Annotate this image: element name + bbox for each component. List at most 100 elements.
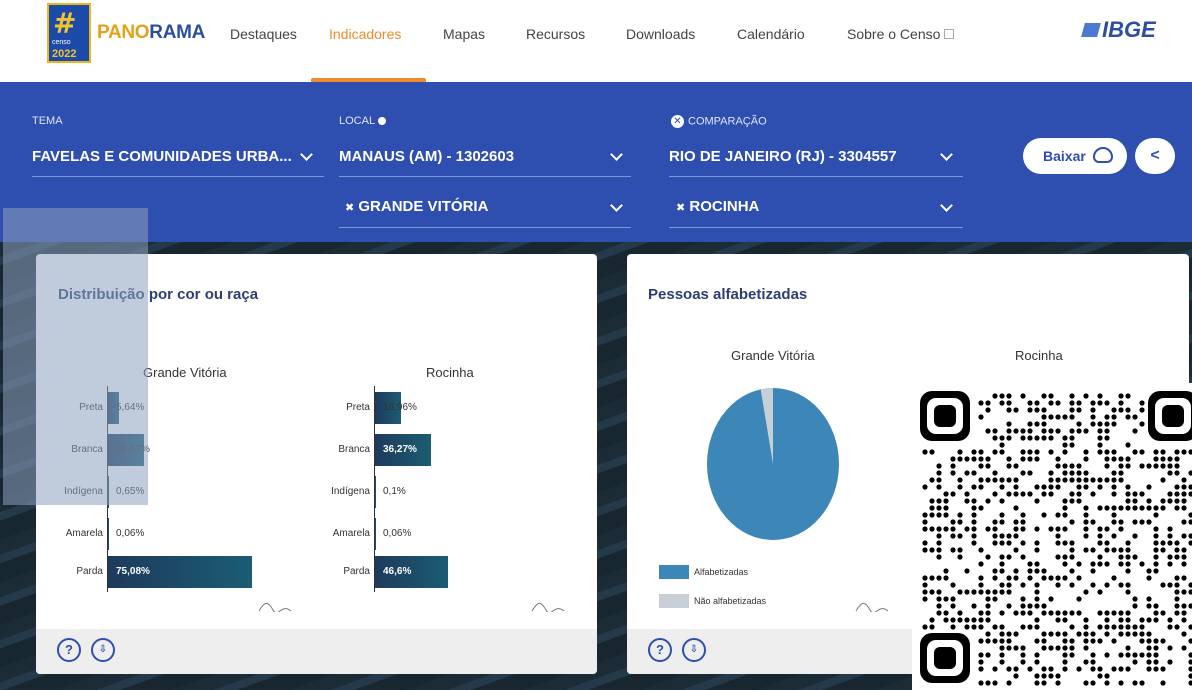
nav-downloads[interactable]: Downloads xyxy=(626,26,695,42)
download-button[interactable]: Baixar xyxy=(1023,138,1127,174)
qr-dot xyxy=(1104,449,1110,455)
qr-dot xyxy=(922,512,928,518)
qr-dot xyxy=(1097,540,1103,546)
local-select-secondary[interactable]: ✖ GRANDE VITÓRIA xyxy=(345,198,488,215)
qr-dot xyxy=(1006,582,1012,588)
panorama-brand[interactable]: PANORAMA xyxy=(97,22,205,44)
qr-dot xyxy=(1083,624,1089,630)
qr-dot xyxy=(1062,561,1068,567)
help-button[interactable]: ? xyxy=(648,638,672,662)
share-button[interactable]: < xyxy=(1135,138,1175,174)
ibge-mark-icon xyxy=(1081,23,1101,37)
help-button[interactable]: ? xyxy=(57,638,81,662)
tema-select[interactable]: FAVELAS E COMUNIDADES URBA... xyxy=(32,148,292,165)
qr-dot xyxy=(936,533,942,539)
qr-dot xyxy=(1034,603,1040,609)
qr-dot xyxy=(1034,540,1040,546)
qr-dot xyxy=(978,582,984,588)
qr-dot xyxy=(985,400,991,406)
qr-dot xyxy=(1020,645,1026,651)
qr-dot xyxy=(1139,631,1145,637)
close-circle-icon[interactable]: ✕ xyxy=(671,115,684,128)
comparacao-chevron-down-icon[interactable] xyxy=(940,148,953,161)
qr-dot xyxy=(1076,631,1082,637)
legend-label[interactable]: Alfabetizadas xyxy=(694,567,748,577)
qr-dot xyxy=(1097,442,1103,448)
qr-dot xyxy=(922,582,928,588)
info-icon[interactable] xyxy=(378,117,387,126)
cloud-download-icon[interactable]: ⇩ xyxy=(91,638,115,662)
qr-dot xyxy=(978,624,984,630)
qr-dot xyxy=(985,407,991,413)
qr-dot xyxy=(971,484,977,490)
qr-dot xyxy=(1160,540,1166,546)
qr-dot xyxy=(1013,533,1019,539)
nav-calendario[interactable]: Calendário xyxy=(737,26,805,42)
qr-dot xyxy=(1041,484,1047,490)
qr-dot xyxy=(1048,428,1054,434)
qr-dot xyxy=(1153,526,1159,532)
qr-dot xyxy=(1006,456,1012,462)
bar-amarela[interactable] xyxy=(375,518,376,550)
qr-dot xyxy=(1125,568,1131,574)
qr-dot xyxy=(1132,449,1138,455)
comparacao-select-secondary[interactable]: ✖ ROCINHA xyxy=(676,198,759,215)
remove-icon[interactable]: ✖ xyxy=(676,202,685,214)
censo-logo[interactable]: # censo 2022 xyxy=(47,3,91,63)
qr-dot xyxy=(1076,428,1082,434)
qr-dot xyxy=(1181,519,1187,525)
qr-dot xyxy=(964,491,970,497)
cloud-download-icon[interactable]: ⇩ xyxy=(682,638,706,662)
qr-dot xyxy=(943,512,949,518)
comparacao-select[interactable]: RIO DE JANEIRO (RJ) - 3304557 xyxy=(669,148,897,165)
qr-dot xyxy=(1188,624,1192,630)
qr-dot xyxy=(1090,407,1096,413)
qr-dot xyxy=(957,456,963,462)
nav-indicadores[interactable]: Indicadores xyxy=(329,26,401,42)
qr-dot xyxy=(992,575,998,581)
qr-dot xyxy=(957,533,963,539)
qr-dot xyxy=(1034,484,1040,490)
qr-dot xyxy=(1041,680,1047,686)
qr-dot xyxy=(936,547,942,553)
qr-dot xyxy=(1146,603,1152,609)
qr-dot xyxy=(999,393,1005,399)
qr-dot xyxy=(1034,680,1040,686)
qr-dot xyxy=(1083,638,1089,644)
qr-dot xyxy=(1104,456,1110,462)
nav-mapas[interactable]: Mapas xyxy=(443,26,485,42)
nav-recursos[interactable]: Recursos xyxy=(526,26,585,42)
comparacao-underline xyxy=(669,176,963,177)
qr-dot xyxy=(1118,652,1124,658)
local-chevron-down-icon[interactable] xyxy=(610,148,623,161)
bar-amarela[interactable] xyxy=(108,518,109,550)
qr-dot xyxy=(1048,449,1054,455)
bar-value-label: 16,96% xyxy=(383,402,417,413)
local2-chevron-down-icon[interactable] xyxy=(610,199,623,212)
qr-dot xyxy=(1083,428,1089,434)
qr-dot xyxy=(1125,498,1131,504)
qr-dot xyxy=(1146,652,1152,658)
qr-dot xyxy=(1034,568,1040,574)
ibge-logo[interactable]: IBGE xyxy=(1081,17,1156,43)
comparacao2-chevron-down-icon[interactable] xyxy=(940,199,953,212)
bar-indígena[interactable] xyxy=(375,476,376,508)
qr-dot xyxy=(1132,596,1138,602)
tema-chevron-down-icon[interactable] xyxy=(300,148,313,161)
local2-underline xyxy=(339,227,631,228)
local-select[interactable]: MANAUS (AM) - 1302603 xyxy=(339,148,514,165)
legend-label[interactable]: Não alfabetizadas xyxy=(694,596,766,606)
legend-swatch xyxy=(659,594,689,608)
qr-dot xyxy=(1132,533,1138,539)
qr-dot xyxy=(1048,526,1054,532)
qr-dot xyxy=(999,561,1005,567)
qr-dot xyxy=(985,589,991,595)
qr-dot xyxy=(1076,477,1082,483)
qr-dot xyxy=(1097,505,1103,511)
qr-dot xyxy=(1111,407,1117,413)
qr-dot xyxy=(950,533,956,539)
qr-dot xyxy=(1111,638,1117,644)
nav-sobre-o-censo[interactable]: Sobre o Censo xyxy=(847,26,955,42)
nav-destaques[interactable]: Destaques xyxy=(230,26,297,42)
remove-icon[interactable]: ✖ xyxy=(345,202,354,214)
